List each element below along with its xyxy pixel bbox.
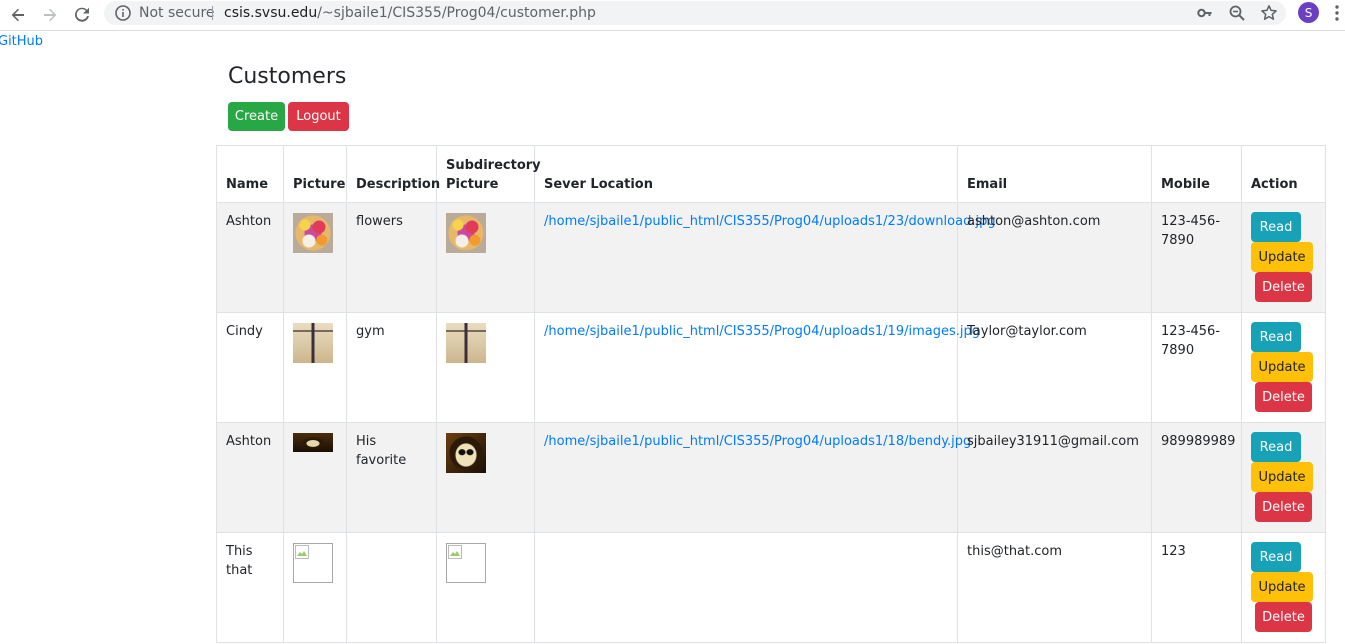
delete-button[interactable]: Delete	[1255, 602, 1312, 632]
cell-picture	[283, 312, 347, 423]
cell-email: this@that.com	[957, 532, 1152, 643]
cell-description: gym	[346, 312, 437, 423]
create-button[interactable]: Create	[228, 102, 285, 131]
profile-avatar[interactable]: S	[1298, 2, 1319, 23]
header-action: Action	[1241, 145, 1326, 203]
cell-description	[346, 532, 437, 643]
cell-description: flowers	[346, 202, 437, 313]
server-location-link[interactable]: /home/sjbaile1/public_html/CIS355/Prog04…	[544, 324, 980, 339]
table-header-row: Name Picture Description Subdirectory Pi…	[216, 145, 1326, 203]
flowers-thumbnail	[293, 213, 333, 253]
cell-subdirectory-picture	[436, 532, 535, 643]
url-host: csis.svsu.edu	[224, 5, 318, 21]
server-location-link[interactable]: /home/sjbaile1/public_html/CIS355/Prog04…	[544, 434, 971, 449]
bendy-thumbnail	[446, 433, 486, 473]
cell-server-location: /home/sjbaile1/public_html/CIS355/Prog04…	[534, 312, 980, 423]
server-location-link[interactable]: /home/sjbaile1/public_html/CIS355/Prog04…	[544, 214, 996, 229]
delete-button[interactable]: Delete	[1255, 492, 1312, 522]
cell-subdirectory-picture	[436, 312, 535, 423]
forward-button[interactable]	[38, 3, 62, 27]
reload-button[interactable]	[70, 3, 94, 27]
back-button[interactable]	[6, 3, 30, 27]
cell-actions: Read Update Delete	[1241, 202, 1326, 313]
cell-server-location: /home/sjbaile1/public_html/CIS355/Prog04…	[534, 202, 996, 313]
cell-subdirectory-picture	[436, 202, 535, 313]
read-button[interactable]: Read	[1251, 322, 1301, 352]
cell-mobile: 123-456-7890	[1151, 202, 1242, 313]
table-row: This that this@that.com 123 Read Update …	[216, 532, 1326, 643]
header-picture: Picture	[283, 145, 347, 203]
reload-icon	[75, 7, 89, 22]
browser-toolbar: Not secure csis.svsu.edu/~sjbaile1/CIS35…	[0, 0, 1345, 31]
update-button[interactable]: Update	[1251, 572, 1313, 602]
flowers-thumbnail	[446, 213, 486, 253]
cell-picture	[283, 202, 347, 313]
table-row: Ashton flowers /home/sjbaile1/public_htm…	[216, 202, 1326, 313]
cell-server-location: /home/sjbaile1/public_html/CIS355/Prog04…	[534, 422, 971, 533]
cell-actions: Read Update Delete	[1241, 312, 1326, 423]
cell-name: Ashton	[216, 422, 284, 533]
cell-mobile: 123-456-7890	[1151, 312, 1242, 423]
cell-email: ashton@ashton.com	[957, 202, 1152, 313]
read-button[interactable]: Read	[1251, 212, 1301, 242]
header-description: Description	[346, 145, 440, 203]
key-icon[interactable]	[1196, 4, 1214, 22]
arrow-left-icon	[11, 8, 24, 22]
customers-table: Name Picture Description Subdirectory Pi…	[216, 145, 1326, 643]
header-server-location: Sever Location	[534, 145, 958, 203]
header-subdirectory-picture: Subdirectory Picture	[436, 145, 541, 203]
cell-picture	[283, 532, 347, 643]
cell-name: Cindy	[216, 312, 284, 423]
cell-actions: Read Update Delete	[1241, 422, 1326, 533]
broken-image-icon	[446, 543, 486, 583]
cell-name: This that	[216, 532, 284, 643]
update-button[interactable]: Update	[1251, 242, 1313, 272]
header-email: Email	[957, 145, 1152, 203]
delete-button[interactable]: Delete	[1255, 272, 1312, 302]
table-row: Cindy gym /home/sjbaile1/public_html/CIS…	[216, 312, 1326, 423]
info-icon[interactable]	[114, 4, 132, 22]
table-row: Ashton His favorite /home/sjbaile1/publi…	[216, 422, 1326, 533]
url-text[interactable]: csis.svsu.edu/~sjbaile1/CIS355/Prog04/cu…	[224, 5, 596, 21]
cell-email: sjbailey31911@gmail.com	[957, 422, 1152, 533]
delete-button[interactable]: Delete	[1255, 382, 1312, 412]
arrow-right-icon	[44, 8, 57, 22]
logout-button[interactable]: Logout	[288, 102, 349, 131]
header-mobile: Mobile	[1151, 145, 1242, 203]
github-link[interactable]: GitHub	[0, 34, 43, 49]
broken-image-icon	[293, 543, 333, 583]
cell-picture	[283, 422, 347, 533]
star-icon[interactable]	[1260, 4, 1278, 22]
bendy-thumbnail	[293, 433, 333, 452]
read-button[interactable]: Read	[1251, 432, 1301, 462]
cell-mobile: 123	[1151, 532, 1242, 643]
zoom-icon[interactable]	[1228, 4, 1246, 22]
cell-description: His favorite	[346, 422, 437, 533]
url-path: /~sjbaile1/CIS355/Prog04/customer.php	[317, 5, 596, 21]
cell-mobile: 989989989	[1151, 422, 1242, 533]
cell-name: Ashton	[216, 202, 284, 313]
cell-server-location	[534, 532, 958, 643]
profile-initial: S	[1304, 5, 1313, 20]
address-bar[interactable]: Not secure csis.svsu.edu/~sjbaile1/CIS35…	[104, 1, 1286, 25]
gym-thumbnail	[293, 323, 333, 363]
page-title: Customers	[228, 64, 347, 89]
read-button[interactable]: Read	[1251, 542, 1301, 572]
cell-email: Taylor@taylor.com	[957, 312, 1152, 423]
cell-actions: Read Update Delete	[1241, 532, 1326, 643]
update-button[interactable]: Update	[1251, 462, 1313, 492]
header-name: Name	[216, 145, 284, 203]
security-label: Not secure	[139, 5, 215, 21]
more-options-icon[interactable]	[1333, 4, 1341, 22]
cell-subdirectory-picture	[436, 422, 535, 533]
gym-thumbnail	[446, 323, 486, 363]
address-separator	[212, 6, 213, 20]
update-button[interactable]: Update	[1251, 352, 1313, 382]
